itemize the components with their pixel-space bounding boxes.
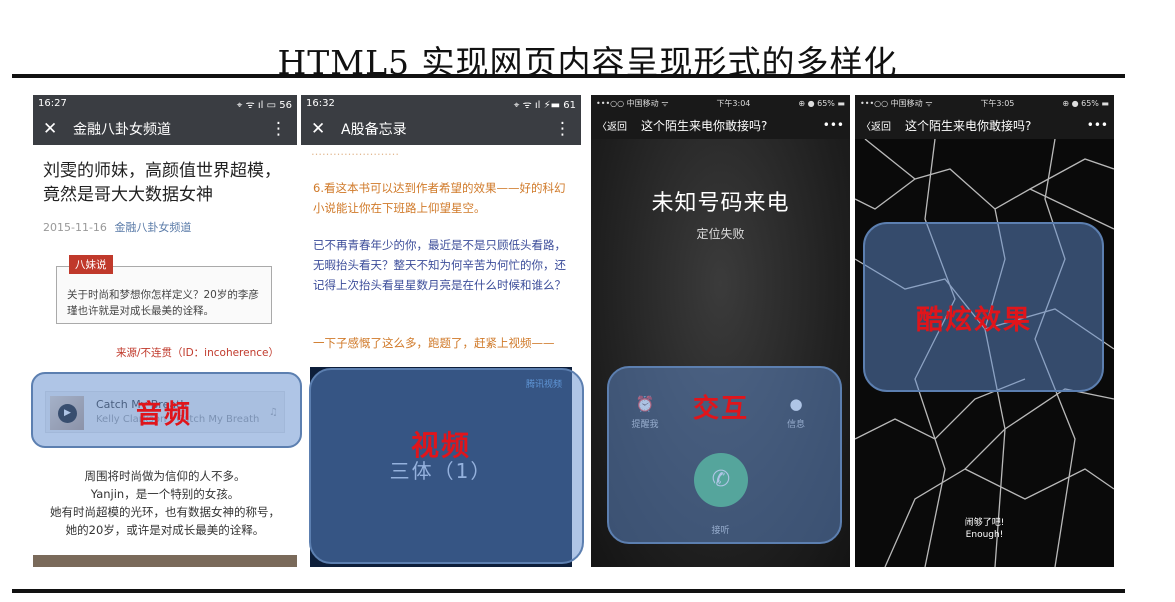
ios-nav-bar: 〈返回 这个陌生来电你敢接吗? •••	[855, 111, 1114, 139]
interaction-label: 交互	[693, 394, 750, 424]
close-icon[interactable]: ✕	[311, 119, 341, 139]
orange-paragraph: 6.看这本书可以达到作者希望的效果——好的科幻小说能让你在下班路上仰望星空。	[313, 181, 566, 215]
back-button[interactable]: 〈返回	[597, 118, 641, 133]
page-title: 这个陌生来电你敢接吗?	[905, 118, 1032, 133]
status-time: 16:32	[306, 98, 335, 109]
body-line: Yanjin，是一个特别的女孩。	[90, 487, 240, 501]
status-bar: •••○○ 中国移动 ᯤ 下午3:05 ⊕ ● 65% ▬	[855, 95, 1114, 111]
video-label: 视频	[411, 429, 472, 462]
effect-label: 酷炫效果	[916, 305, 1032, 336]
more-menu-icon[interactable]: ⋮	[554, 119, 571, 139]
status-icons: ⊕ ● 65% ▬	[798, 98, 845, 108]
status-time: 下午3:05	[980, 98, 1015, 108]
image-strip	[33, 555, 297, 567]
video-highlight	[309, 368, 584, 564]
enough-cn: 闹够了吧!	[964, 518, 1005, 528]
enough-text: 闹够了吧! Enough!	[855, 517, 1114, 541]
more-icon[interactable]: •••	[1087, 118, 1108, 132]
quote-box: 关于时尚和梦想你怎样定义？20岁的李彦瑾也许就是对成长最美的诠释。	[56, 266, 272, 324]
article-body: 周围将时尚做为信仰的人不多。 Yanjin，是一个特别的女孩。 她有时尚超模的光…	[33, 467, 297, 539]
more-icon[interactable]: •••	[823, 118, 844, 132]
channel-name: 金融八卦女频道	[73, 121, 171, 138]
phone-audio-screenshot: 16:27 ⌖ ᯤ ıl ▭ 56 ✕ 金融八卦女频道 ⋮ 刘雯的师妹，高颜值世…	[33, 95, 297, 567]
more-menu-icon[interactable]: ⋮	[270, 119, 287, 139]
enough-en: Enough!	[965, 530, 1004, 540]
cut-off-text: ……………………	[311, 145, 399, 158]
incoming-call-subtitle: 定位失败	[696, 227, 745, 241]
carrier: •••○○ 中国移动 ᯤ	[596, 98, 669, 108]
body-line: 周围将时尚做为信仰的人不多。	[84, 469, 246, 483]
source-line: 来源/不连贯（ID：incoherence）	[115, 347, 279, 359]
article-source-link[interactable]: 金融八卦女频道	[114, 221, 191, 234]
incoming-call-title: 未知号码来电	[651, 191, 790, 216]
audio-label: 音频	[136, 400, 193, 430]
blue-paragraph: 已不再青春年少的你，最近是不是只顾低头看路，无暇抬头看天？整天不知为何辛苦为何忙…	[313, 238, 566, 292]
wechat-nav-bar: ✕ 金融八卦女频道 ⋮	[33, 112, 297, 145]
quote-tag: 八妹说	[69, 255, 113, 274]
channel-name: A股备忘录	[341, 121, 407, 138]
status-bar: 16:27 ⌖ ᯤ ıl ▭ 56	[33, 95, 297, 112]
body-line: 她有时尚超模的光环，也有数据女神的称号，	[50, 505, 280, 519]
article-meta: 2015-11-16 金融八卦女频道	[43, 219, 191, 235]
article-date: 2015-11-16	[43, 221, 107, 234]
page-title: 这个陌生来电你敢接吗?	[641, 118, 768, 133]
article-title: 刘雯的师妹，高颜值世界超模，竟然是哥大大数据女神	[43, 161, 281, 205]
ios-nav-bar: 〈返回 这个陌生来电你敢接吗? •••	[591, 111, 850, 139]
status-bar: •••○○ 中国移动 ᯤ 下午3:04 ⊕ ● 65% ▬	[591, 95, 850, 111]
status-time: 16:27	[38, 98, 67, 109]
status-icons: ⊕ ● 65% ▬	[1062, 98, 1109, 108]
top-rule	[12, 74, 1125, 78]
wechat-nav-bar: ✕ A股备忘录 ⋮	[301, 112, 581, 145]
status-icons: ⌖ ᯤ ıl ▭ 56	[236, 99, 292, 111]
back-button[interactable]: 〈返回	[861, 118, 905, 133]
orange-paragraph-2: 一下子感慨了这么多，跑题了，赶紧上视频——	[313, 336, 555, 350]
status-time: 下午3:04	[716, 98, 751, 108]
carrier: •••○○ 中国移动 ᯤ	[860, 98, 933, 108]
status-icons: ⌖ ᯤ ıl ⚡▬ 61	[513, 99, 576, 111]
body-line: 她的20岁，或许是对成长最美的诠释。	[65, 523, 265, 537]
close-icon[interactable]: ✕	[43, 119, 73, 139]
status-bar: 16:32 ⌖ ᯤ ıl ⚡▬ 61	[301, 95, 581, 112]
bottom-rule	[12, 589, 1125, 593]
